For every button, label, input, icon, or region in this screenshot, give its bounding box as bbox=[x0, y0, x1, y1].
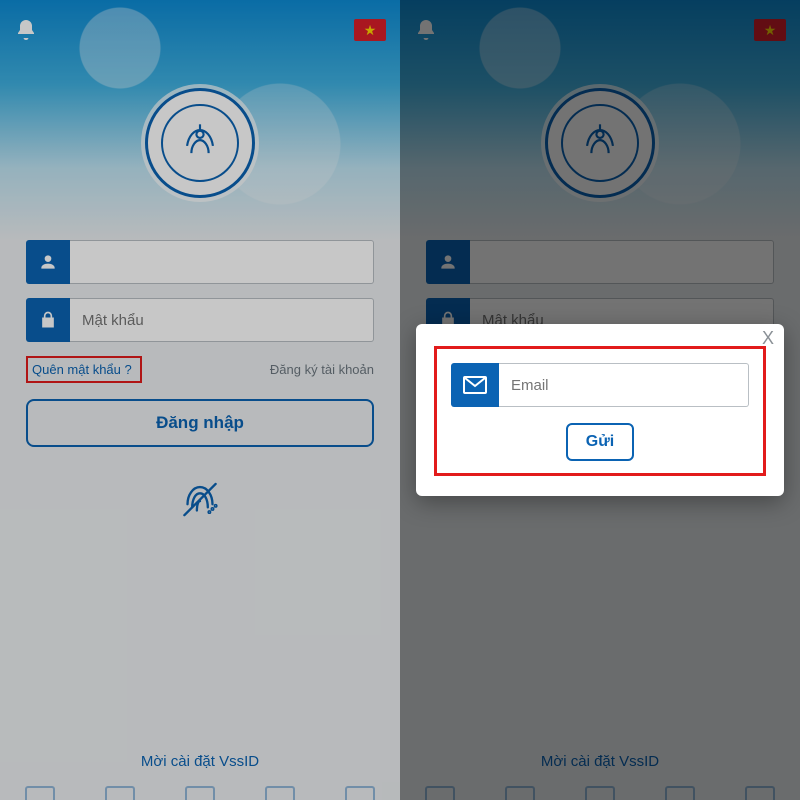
email-input[interactable] bbox=[499, 363, 749, 407]
send-button[interactable]: Gửi bbox=[566, 423, 634, 461]
email-field[interactable] bbox=[451, 363, 749, 407]
phone-right: ★ bbox=[400, 0, 800, 800]
forgot-password-modal: X Gửi bbox=[416, 324, 784, 496]
highlight-modal: Gửi bbox=[434, 346, 766, 476]
dim-overlay bbox=[0, 0, 400, 800]
close-icon[interactable]: X bbox=[762, 328, 774, 349]
mail-icon bbox=[451, 363, 499, 407]
phone-left: ★ bbox=[0, 0, 400, 800]
